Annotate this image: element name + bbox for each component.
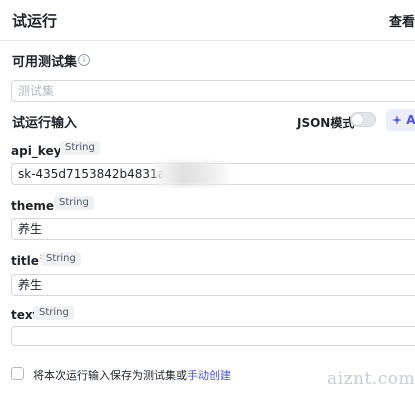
type-tag-theme: String (54, 196, 94, 210)
type-tag-title: String (41, 252, 81, 266)
ai-generate-button[interactable]: A (386, 109, 415, 131)
text-input[interactable] (11, 326, 415, 346)
theme-value: 养生 (18, 222, 43, 236)
theme-input[interactable]: 养生 (11, 218, 415, 240)
save-testset-checkbox[interactable] (11, 367, 24, 380)
param-name-text: title (11, 254, 39, 268)
testset-placeholder: 测试集 (18, 84, 55, 98)
title-input[interactable]: 养生 (11, 274, 415, 296)
save-testset-label: 将本次运行输入保存为测试集或手动创建 (33, 367, 231, 383)
manual-create-link[interactable]: 手动创建 (187, 369, 231, 382)
redaction-blur (150, 162, 234, 186)
testset-select[interactable]: 测试集 (11, 80, 415, 102)
json-mode-toggle[interactable] (350, 112, 376, 127)
json-mode-label: JSON模式 (297, 116, 355, 130)
view-button[interactable]: 查看 (389, 11, 415, 30)
info-icon[interactable]: i (78, 54, 90, 66)
watermark-text: aiznt.com (327, 369, 415, 389)
ai-button-label: A (406, 113, 415, 127)
testset-label: 可用测试集 (12, 55, 78, 70)
save-testset-text: 将本次运行输入保存为测试集或 (33, 369, 187, 382)
toggle-knob (352, 114, 363, 125)
sparkle-icon (392, 115, 402, 125)
panel-header: 试运行 查看 (0, 0, 415, 41)
param-name-text: theme (11, 199, 55, 213)
panel-title: 试运行 (12, 12, 58, 30)
type-tag-text: String (34, 306, 74, 320)
param-name-text: api_key (11, 144, 62, 158)
type-tag-api-key: String (60, 141, 100, 155)
run-input-label: 试运行输入 (12, 116, 78, 131)
title-value: 养生 (18, 278, 43, 292)
